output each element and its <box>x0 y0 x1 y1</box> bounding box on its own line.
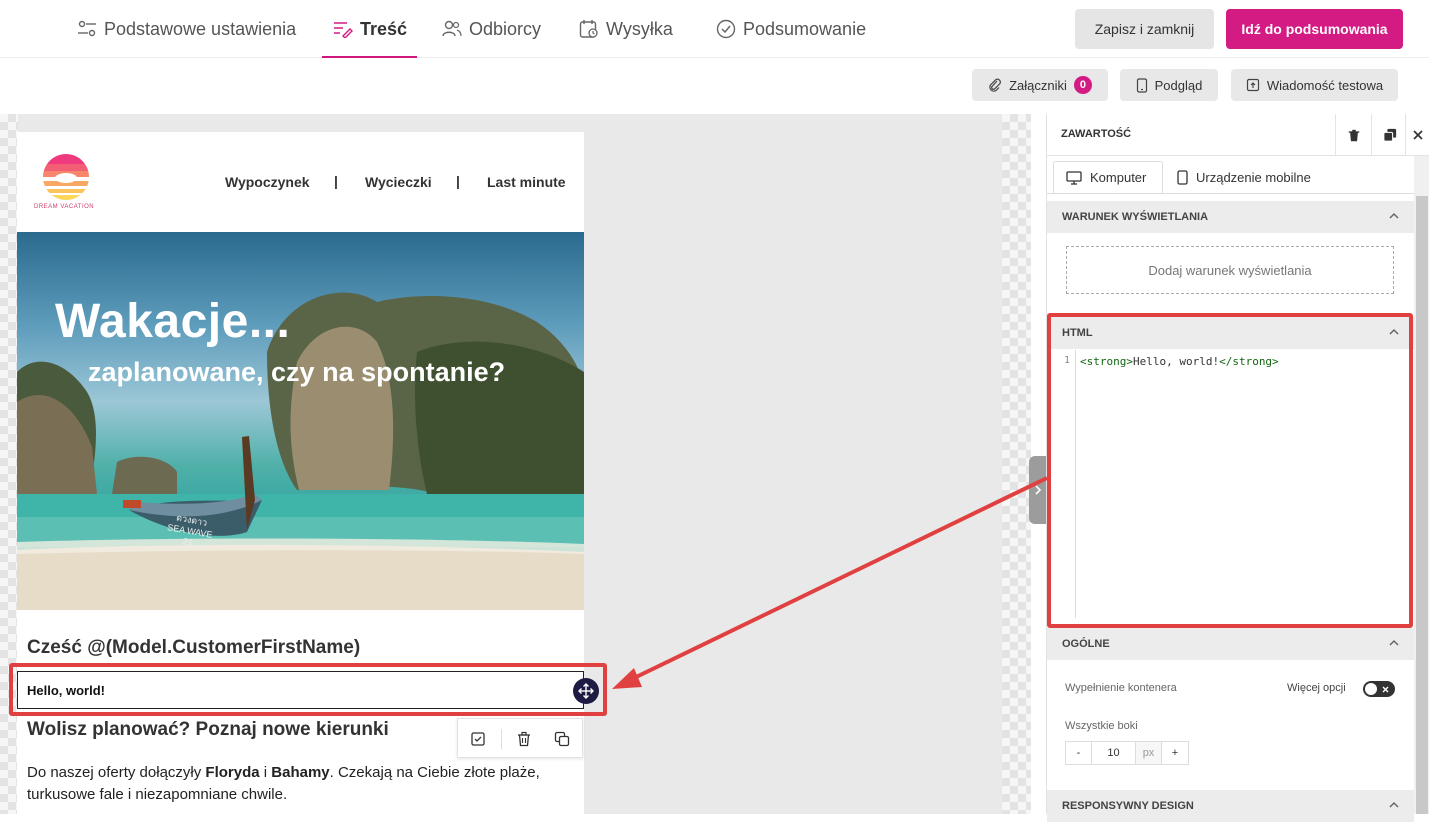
padding-unit: px <box>1136 742 1162 764</box>
nav-separator: | <box>456 173 460 189</box>
tab-mobile-label: Urządzenie mobilne <box>1196 170 1311 185</box>
nav-link-wypoczynek[interactable]: Wypoczynek <box>225 174 310 190</box>
checkbox-save-icon <box>471 732 485 746</box>
preview-label: Podgląd <box>1154 77 1203 93</box>
trash-icon <box>1348 129 1359 141</box>
nav-link-last-minute[interactable]: Last minute <box>487 174 566 190</box>
section-display-condition[interactable]: WARUNEK WYŚWIETLANIA <box>1047 201 1414 233</box>
greeting-heading[interactable]: Cześć @(Model.CustomerFirstName) <box>27 637 360 659</box>
hero-image: Wakacje... zaplanowane, czy na spontanie… <box>17 232 584 610</box>
para-bold-florida: Floryda <box>205 764 260 781</box>
paperclip-icon <box>989 78 1001 92</box>
test-message-label: Wiadomość testowa <box>1266 77 1384 93</box>
tab-desktop[interactable]: Komputer <box>1053 161 1163 194</box>
all-sides-label: Wszystkie boki <box>1065 720 1138 732</box>
phone-icon <box>1136 77 1147 93</box>
chevron-right-icon <box>1034 485 1041 495</box>
para-bold-bahamas: Bahamy <box>271 764 330 781</box>
duplicate-block-button[interactable] <box>554 731 570 747</box>
add-display-condition-button[interactable]: Dodaj warunek wyświetlania <box>1066 246 1394 294</box>
go-to-summary-button[interactable]: Idź do podsumowania <box>1226 9 1403 49</box>
step-sending[interactable]: Wysyłka <box>579 0 673 58</box>
sidebar-delete-button[interactable] <box>1335 114 1371 156</box>
step-label: Podstawowe ustawienia <box>104 18 297 39</box>
dream-vacation-logo[interactable]: DREAM VACATION <box>31 154 101 214</box>
step-recipients[interactable]: Odbiorcy <box>442 0 541 58</box>
preview-button[interactable]: Podgląd <box>1120 69 1218 101</box>
save-close-button[interactable]: Zapisz i zamknij <box>1075 9 1214 49</box>
padding-stepper: - 10 px + <box>1065 741 1189 765</box>
tab-mobile[interactable]: Urządzenie mobilne <box>1165 161 1323 194</box>
close-icon <box>1413 130 1423 140</box>
padding-increment-button[interactable]: + <box>1162 742 1188 764</box>
block-toolbar <box>457 718 583 758</box>
more-options-label: Więcej opcji <box>1287 682 1346 694</box>
step-summary[interactable]: Podsumowanie <box>716 0 866 58</box>
step-label: Odbiorcy <box>469 18 542 39</box>
toolbar-divider <box>501 729 502 749</box>
tabs-divider <box>1047 193 1414 194</box>
step-content[interactable]: Treść <box>321 0 418 58</box>
test-message-button[interactable]: Wiadomość testowa <box>1231 69 1398 101</box>
section-general[interactable]: OGÓLNE <box>1047 628 1414 660</box>
tab-desktop-label: Komputer <box>1090 170 1147 185</box>
step-label: Wysyłka <box>606 18 673 39</box>
section-responsive-design[interactable]: RESPONSYWNY DESIGN <box>1047 790 1414 822</box>
para-text: i <box>259 764 272 781</box>
content-icon <box>334 22 353 38</box>
padding-decrement-button[interactable]: - <box>1066 742 1092 764</box>
highlight-box-html-editor <box>1047 313 1413 628</box>
check-circle-icon <box>716 19 736 39</box>
copy-icon <box>554 731 570 747</box>
desktop-icon <box>1066 170 1082 185</box>
section-heading[interactable]: Wolisz planować? Poznaj nowe kierunki <box>27 719 389 741</box>
users-icon <box>442 20 462 37</box>
collapse-panel-handle[interactable] <box>1029 456 1046 524</box>
para-text: Do naszej oferty dołączyły <box>27 764 206 781</box>
sliders-icon <box>78 20 96 37</box>
section-responsive-title: RESPONSYWNY DESIGN <box>1062 800 1194 812</box>
toggle-x-icon <box>1382 686 1389 692</box>
mobile-icon <box>1177 170 1188 185</box>
section-general-title: OGÓLNE <box>1062 638 1110 650</box>
hero-subtitle: zaplanowane, czy na spontanie? <box>88 357 506 387</box>
hero-title: Wakacje... <box>55 295 291 348</box>
sidebar-header: ZAWARTOŚĆ <box>1047 114 1429 156</box>
beach-scene-illustration <box>17 292 584 610</box>
nav-link-wycieczki[interactable]: Wycieczki <box>365 174 432 190</box>
send-test-icon <box>1246 78 1259 92</box>
attachments-button[interactable]: Załączniki 0 <box>972 69 1108 101</box>
chevron-up-icon <box>1389 639 1399 646</box>
chevron-up-icon <box>1389 801 1399 808</box>
sidebar-scrollbar-thumb[interactable] <box>1416 196 1428 814</box>
trash-icon <box>518 731 530 747</box>
canvas-edge-right <box>1002 114 1031 814</box>
sidebar-duplicate-button[interactable] <box>1371 114 1407 156</box>
nav-separator: | <box>334 173 338 189</box>
sidebar-scrollbar[interactable] <box>1414 156 1429 814</box>
attachments-label: Załączniki <box>1009 77 1067 93</box>
container-padding-label: Wypełnienie kontenera <box>1065 682 1177 694</box>
step-basic-settings[interactable]: Podstawowe ustawienia <box>77 0 296 58</box>
offer-paragraph[interactable]: Do naszej oferty dołączyły Floryda i Bah… <box>27 762 547 806</box>
step-label: Podsumowanie <box>743 18 867 39</box>
content-toolbar: Załączniki 0 Podgląd Wiadomość testowa <box>0 59 1429 114</box>
chevron-up-icon <box>1389 212 1399 219</box>
sidebar-title: ZAWARTOŚĆ <box>1061 128 1132 140</box>
top-navigation-bar: Podstawowe ustawienia Treść Odbiorcy Wys… <box>0 0 1429 58</box>
save-block-button[interactable] <box>470 731 486 747</box>
delete-block-button[interactable] <box>516 731 532 747</box>
sun-logo-icon <box>43 154 89 200</box>
logo-text: DREAM VACATION <box>34 204 95 210</box>
section-display-condition-title: WARUNEK WYŚWIETLANIA <box>1062 211 1209 223</box>
copy-icon <box>1382 128 1396 142</box>
highlight-box-html-block <box>9 663 607 716</box>
more-options-toggle[interactable] <box>1363 681 1395 697</box>
step-label: Treść <box>360 18 408 39</box>
padding-value-input[interactable]: 10 <box>1092 742 1136 764</box>
attachments-count-badge: 0 <box>1073 76 1092 94</box>
calendar-icon <box>579 20 598 38</box>
sidebar-close-button[interactable] <box>1405 114 1429 156</box>
